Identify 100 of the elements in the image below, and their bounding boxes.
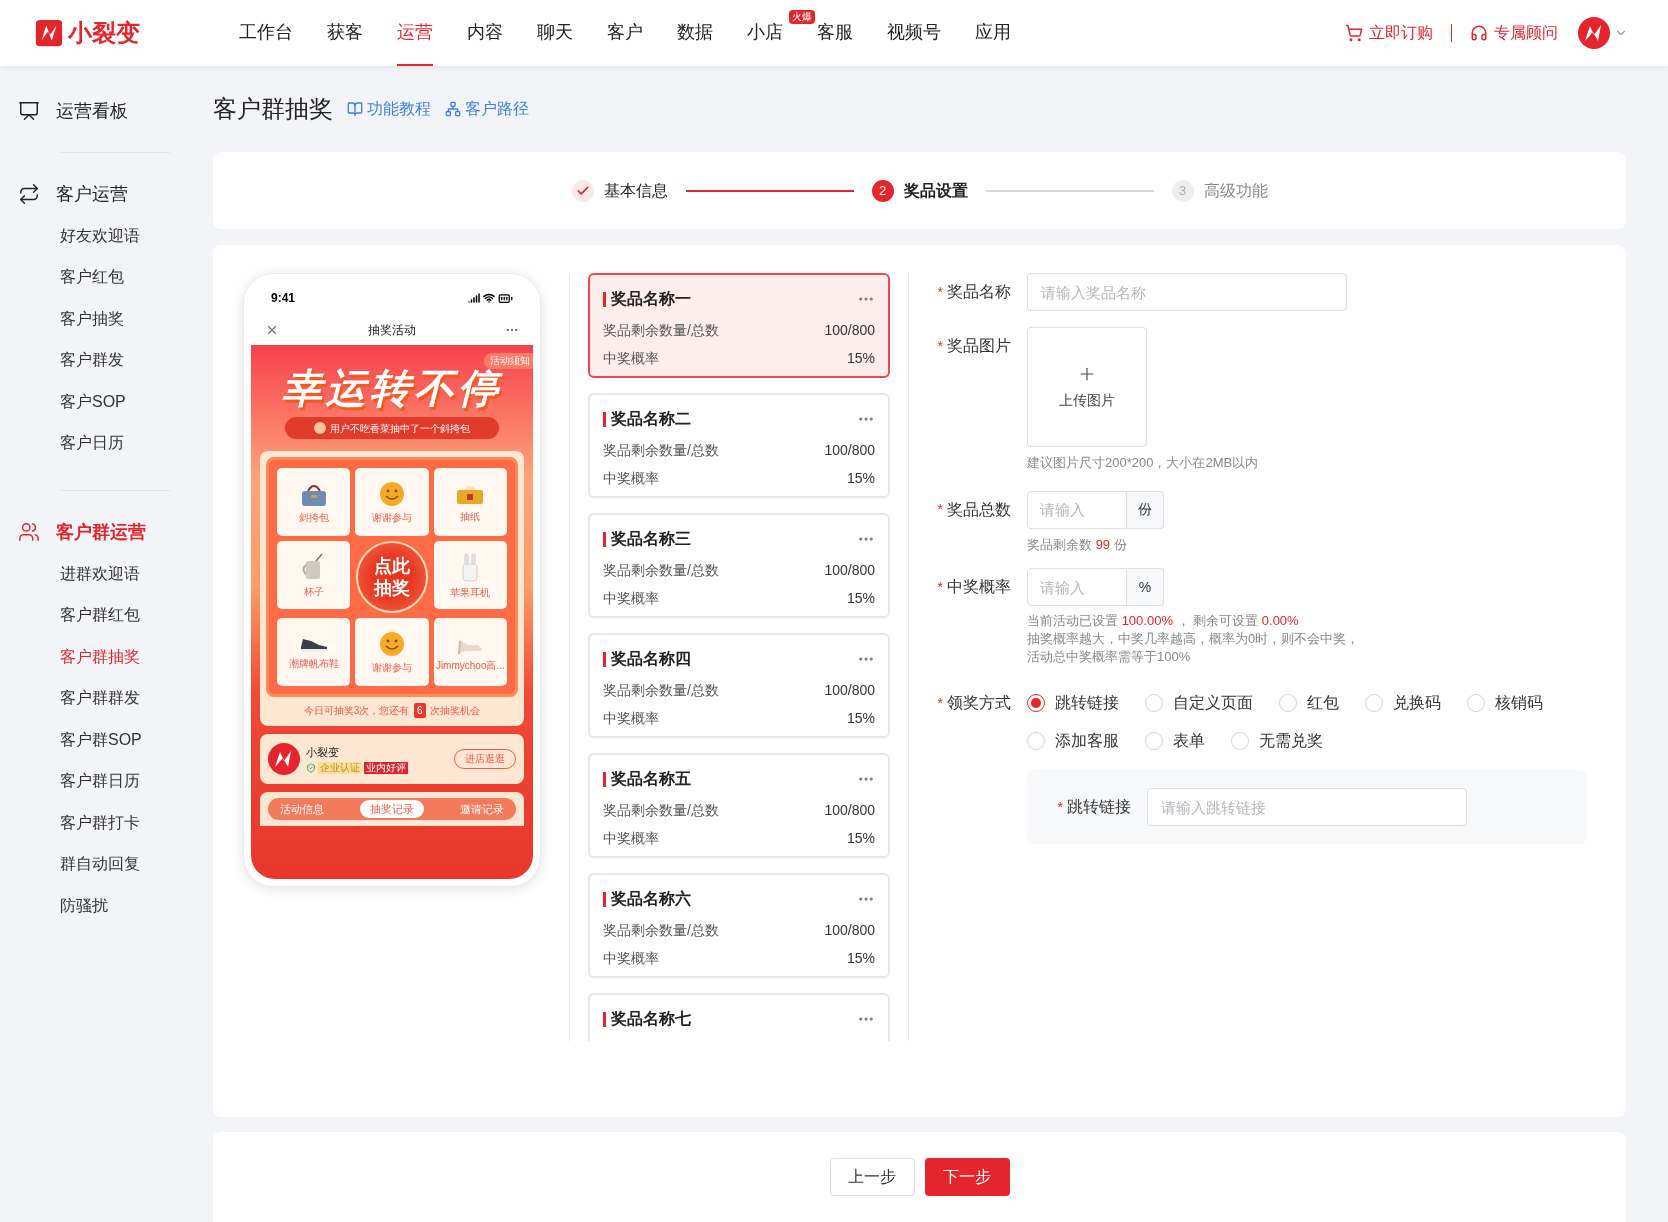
rate-label: 中奖概率: [603, 349, 659, 368]
sidebar-item[interactable]: 客户群打卡: [60, 802, 200, 844]
nav-tab[interactable]: 小店: [747, 0, 783, 66]
sidebar-item[interactable]: 客户红包: [60, 256, 200, 298]
nav-tab[interactable]: 工作台: [239, 0, 293, 66]
prize-tile: 苹果耳机: [433, 541, 507, 609]
close-icon[interactable]: [265, 323, 279, 337]
step-number: 3: [1171, 179, 1194, 202]
shop-tag: 业内好评: [364, 762, 408, 775]
radio-option[interactable]: 无需兑奖: [1231, 722, 1323, 760]
sidebar-item[interactable]: 客户群抽奖: [60, 636, 200, 678]
link-field[interactable]: 请输入跳转链接: [1147, 788, 1467, 826]
prize-card[interactable]: 奖品名称一 奖品剩余数量/总数 100/800 中奖概率 15%: [588, 273, 890, 378]
stock-value: 100/800: [824, 441, 875, 460]
required-mark: *: [937, 282, 943, 302]
board-icon: [18, 100, 40, 122]
sidebar-item[interactable]: 群自动回复: [60, 843, 200, 885]
radio-option[interactable]: 红包: [1279, 684, 1339, 722]
sidebar-item[interactable]: 客户抽奖: [60, 298, 200, 340]
radio-option[interactable]: 兑换码: [1365, 684, 1441, 722]
verified-icon: [306, 763, 316, 774]
prize-name: 奖品名称五: [611, 769, 691, 789]
phone-title: 抽奖活动: [368, 322, 416, 339]
prize-tile: 杯子: [277, 541, 351, 609]
phone-tab[interactable]: 抽奖记录: [360, 800, 424, 818]
sidebar-item[interactable]: 客户日历: [60, 422, 200, 464]
prize-card[interactable]: 奖品名称五 奖品剩余数量/总数 100/800 中奖概率 15%: [588, 753, 890, 858]
required-mark: *: [937, 336, 943, 356]
required-mark: *: [937, 500, 943, 519]
headline: 幸运转不停: [282, 366, 502, 411]
sidebar-item[interactable]: 客户群群发: [60, 677, 200, 719]
cart-icon: [1345, 24, 1363, 42]
prize-name: 奖品名称一: [611, 289, 691, 309]
input-field[interactable]: 请输入: [1027, 490, 1127, 529]
nav-tab[interactable]: 客服: [817, 0, 853, 66]
prize-card[interactable]: 奖品名称二 奖品剩余数量/总数 100/800 中奖概率 15%: [588, 393, 890, 498]
sidebar-item[interactable]: 客户群发: [60, 339, 200, 381]
unit-label: %: [1127, 568, 1164, 606]
stock-value: 100/800: [824, 921, 875, 940]
sidebar-group[interactable]: 客户运营: [18, 179, 200, 209]
prize-card[interactable]: 奖品名称四 奖品剩余数量/总数 100/800 中奖概率 15%: [588, 633, 890, 738]
stock-value: 100/800: [824, 321, 875, 340]
nav-tab[interactable]: 聊天: [537, 0, 573, 66]
input-field[interactable]: 请输入: [1027, 568, 1127, 606]
sidebar-item[interactable]: 客户群SOP: [60, 719, 200, 761]
required-mark: *: [937, 577, 943, 597]
help-link[interactable]: 客户路径: [445, 97, 529, 121]
wifi-icon: [483, 292, 495, 304]
sidebar-item[interactable]: 防骚扰: [60, 885, 200, 927]
nav-tab[interactable]: 客户: [607, 0, 643, 66]
prize-tile: 潮牌帆布鞋: [277, 618, 351, 686]
page-title: 客户群抽奖: [213, 94, 333, 124]
sidebar-group[interactable]: 运营看板: [18, 96, 200, 126]
stock-label: 奖品剩余数量/总数: [603, 321, 719, 340]
nav-tab[interactable]: 获客: [327, 0, 363, 66]
nav-tab[interactable]: 内容: [467, 0, 503, 66]
prize-name-field[interactable]: 请输入奖品名称: [1027, 273, 1347, 311]
nav-tab[interactable]: 视频号: [887, 0, 941, 66]
prize-name: 奖品名称四: [611, 649, 691, 669]
draw-button[interactable]: 点此抽奖: [356, 541, 428, 613]
book-icon: [347, 101, 363, 117]
unit-label: 份: [1127, 490, 1164, 529]
rate-value: 15%: [846, 589, 875, 608]
prize-card[interactable]: 奖品名称六 奖品剩余数量/总数 100/800 中奖概率 15%: [588, 873, 890, 978]
prize-name: 奖品名称三: [611, 529, 691, 549]
radio-option[interactable]: 核销码: [1467, 684, 1543, 722]
field-label: 奖品总数: [947, 499, 1011, 520]
rate-status: 当前活动已设置 100.00% ， 剩余可设置 0.00%: [1027, 612, 1300, 630]
radio-option[interactable]: 跳转链接: [1027, 684, 1119, 722]
rate-label: 中奖概率: [603, 709, 659, 728]
chances-text: 今日可抽奖3次，您还有 6 次抽奖机会: [303, 703, 481, 718]
prize-card[interactable]: 奖品名称三 奖品剩余数量/总数 100/800 中奖概率 15%: [588, 513, 890, 618]
sidebar-group[interactable]: 客户群运营: [18, 517, 200, 547]
sidebar-item[interactable]: 客户群日历: [60, 760, 200, 802]
radio-option[interactable]: 添加客服: [1027, 722, 1119, 760]
rate-value: 15%: [846, 709, 875, 728]
radio-option[interactable]: 自定义页面: [1145, 684, 1253, 722]
help-link[interactable]: 功能教程: [347, 97, 431, 121]
exchange-icon: [18, 183, 40, 205]
order-link[interactable]: 立即订购: [1345, 21, 1433, 45]
nav-tab[interactable]: 数据: [677, 0, 713, 66]
sidebar-item[interactable]: 好友欢迎语: [60, 215, 200, 257]
sidebar-item[interactable]: 客户SOP: [60, 381, 200, 423]
image-upload[interactable]: 上传图片: [1027, 327, 1147, 447]
previous-button[interactable]: 上一步: [829, 1158, 915, 1196]
sidebar-item[interactable]: 进群欢迎语: [60, 553, 200, 595]
sidebar-item[interactable]: 客户群红包: [60, 594, 200, 636]
advisor-link[interactable]: 专属顾问: [1470, 21, 1558, 45]
shop-tag: 企业认证: [318, 762, 362, 775]
radio-option[interactable]: 表单: [1145, 722, 1205, 760]
nav-tab[interactable]: 应用: [975, 0, 1011, 66]
rate-label: 中奖概率: [603, 469, 659, 488]
nav-tab[interactable]: 运营: [397, 0, 433, 66]
network-icon: [445, 101, 461, 117]
shop-name: 小裂变: [306, 744, 340, 760]
prize-card[interactable]: 奖品名称七: [588, 993, 890, 1041]
next-button[interactable]: 下一步: [924, 1158, 1010, 1196]
rate-label: 中奖概率: [603, 829, 659, 848]
avatar: [1578, 17, 1610, 49]
stock-label: 奖品剩余数量/总数: [603, 441, 719, 460]
